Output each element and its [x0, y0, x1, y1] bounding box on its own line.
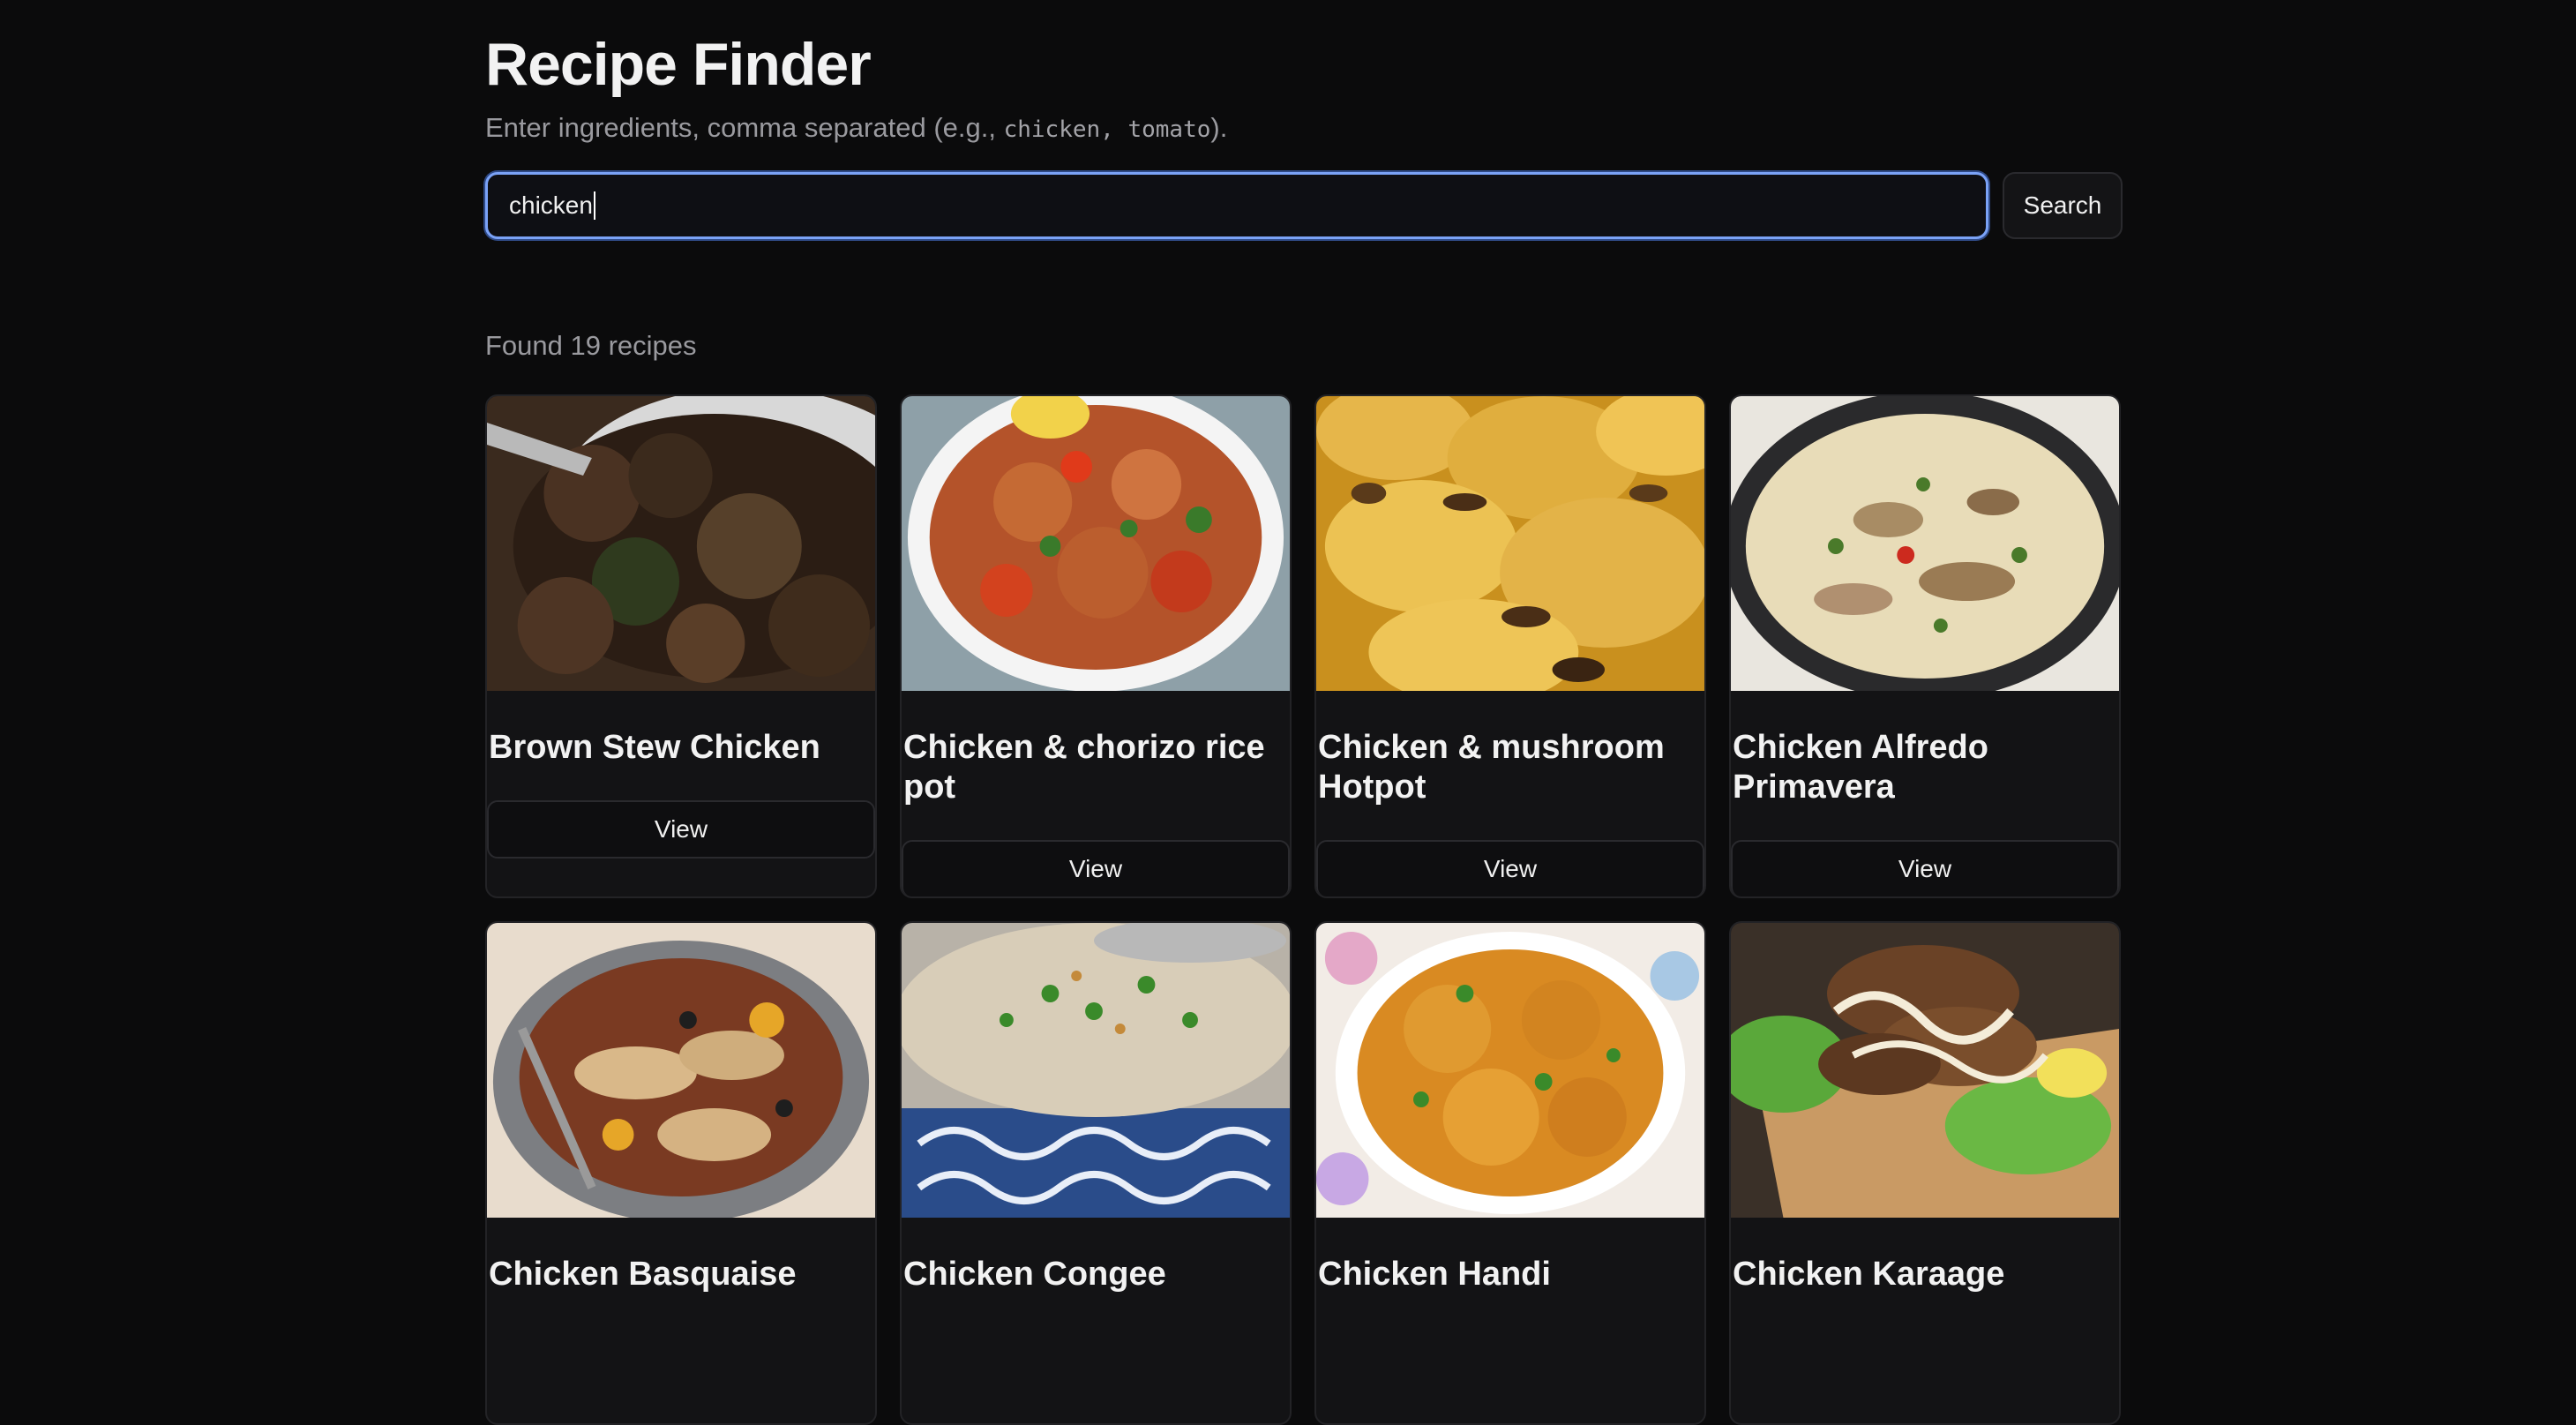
recipe-card: Chicken Karaage [1729, 921, 2121, 1425]
recipe-card: Chicken & mushroom Hotpot View [1314, 394, 1706, 898]
view-recipe-button[interactable]: View [902, 840, 1290, 896]
recipe-card: Chicken Alfredo Primavera View [1729, 394, 2121, 898]
recipe-title: Chicken & mushroom Hotpot [1318, 729, 1665, 806]
page-subtitle: Enter ingredients, comma separated (e.g.… [485, 109, 1227, 148]
view-recipe-button[interactable]: View [487, 800, 875, 859]
recipe-card: Brown Stew Chicken View [485, 394, 877, 898]
ingredient-search-input[interactable]: chicken [485, 172, 1988, 239]
results-count: Found 19 recipes [485, 330, 697, 361]
example-separator: , [1100, 116, 1128, 143]
recipe-image[interactable] [1731, 396, 2119, 691]
recipe-title: Chicken Karaage [1733, 1256, 2005, 1293]
recipe-card: Chicken Handi [1314, 921, 1706, 1425]
recipe-card: Chicken Congee [900, 921, 1292, 1425]
recipe-title: Brown Stew Chicken [489, 729, 820, 766]
recipe-grid: Brown Stew Chicken View Chicken & choriz… [485, 394, 2123, 1425]
text-caret [593, 191, 595, 220]
recipe-card: Chicken & chorizo rice pot View [900, 394, 1292, 898]
view-recipe-button[interactable]: View [1731, 840, 2119, 896]
recipe-image[interactable] [1731, 923, 2119, 1218]
search-form: chicken Search [485, 172, 2123, 239]
recipe-title: Chicken Handi [1318, 1256, 1551, 1293]
recipe-image[interactable] [902, 396, 1290, 691]
recipe-card: Chicken Basquaise [485, 921, 877, 1425]
subtitle-prefix: Enter ingredients, comma separated (e.g.… [485, 112, 1004, 143]
subtitle-suffix: ). [1210, 112, 1228, 143]
recipe-image[interactable] [487, 923, 875, 1218]
recipe-title: Chicken & chorizo rice pot [903, 729, 1265, 806]
recipe-image[interactable] [902, 923, 1290, 1218]
search-button[interactable]: Search [2003, 172, 2123, 239]
page-title: Recipe Finder [485, 31, 872, 98]
recipe-image[interactable] [487, 396, 875, 691]
recipe-image[interactable] [1316, 923, 1704, 1218]
recipe-title: Chicken Alfredo Primavera [1733, 729, 1988, 806]
example-ingredient-tomato: tomato [1127, 116, 1211, 143]
view-recipe-button[interactable]: View [1316, 840, 1704, 896]
recipe-title: Chicken Basquaise [489, 1256, 797, 1293]
recipe-image[interactable] [1316, 396, 1704, 691]
search-input-value: chicken [509, 191, 593, 219]
example-ingredient-chicken: chicken [1003, 116, 1101, 143]
recipe-title: Chicken Congee [903, 1256, 1166, 1293]
